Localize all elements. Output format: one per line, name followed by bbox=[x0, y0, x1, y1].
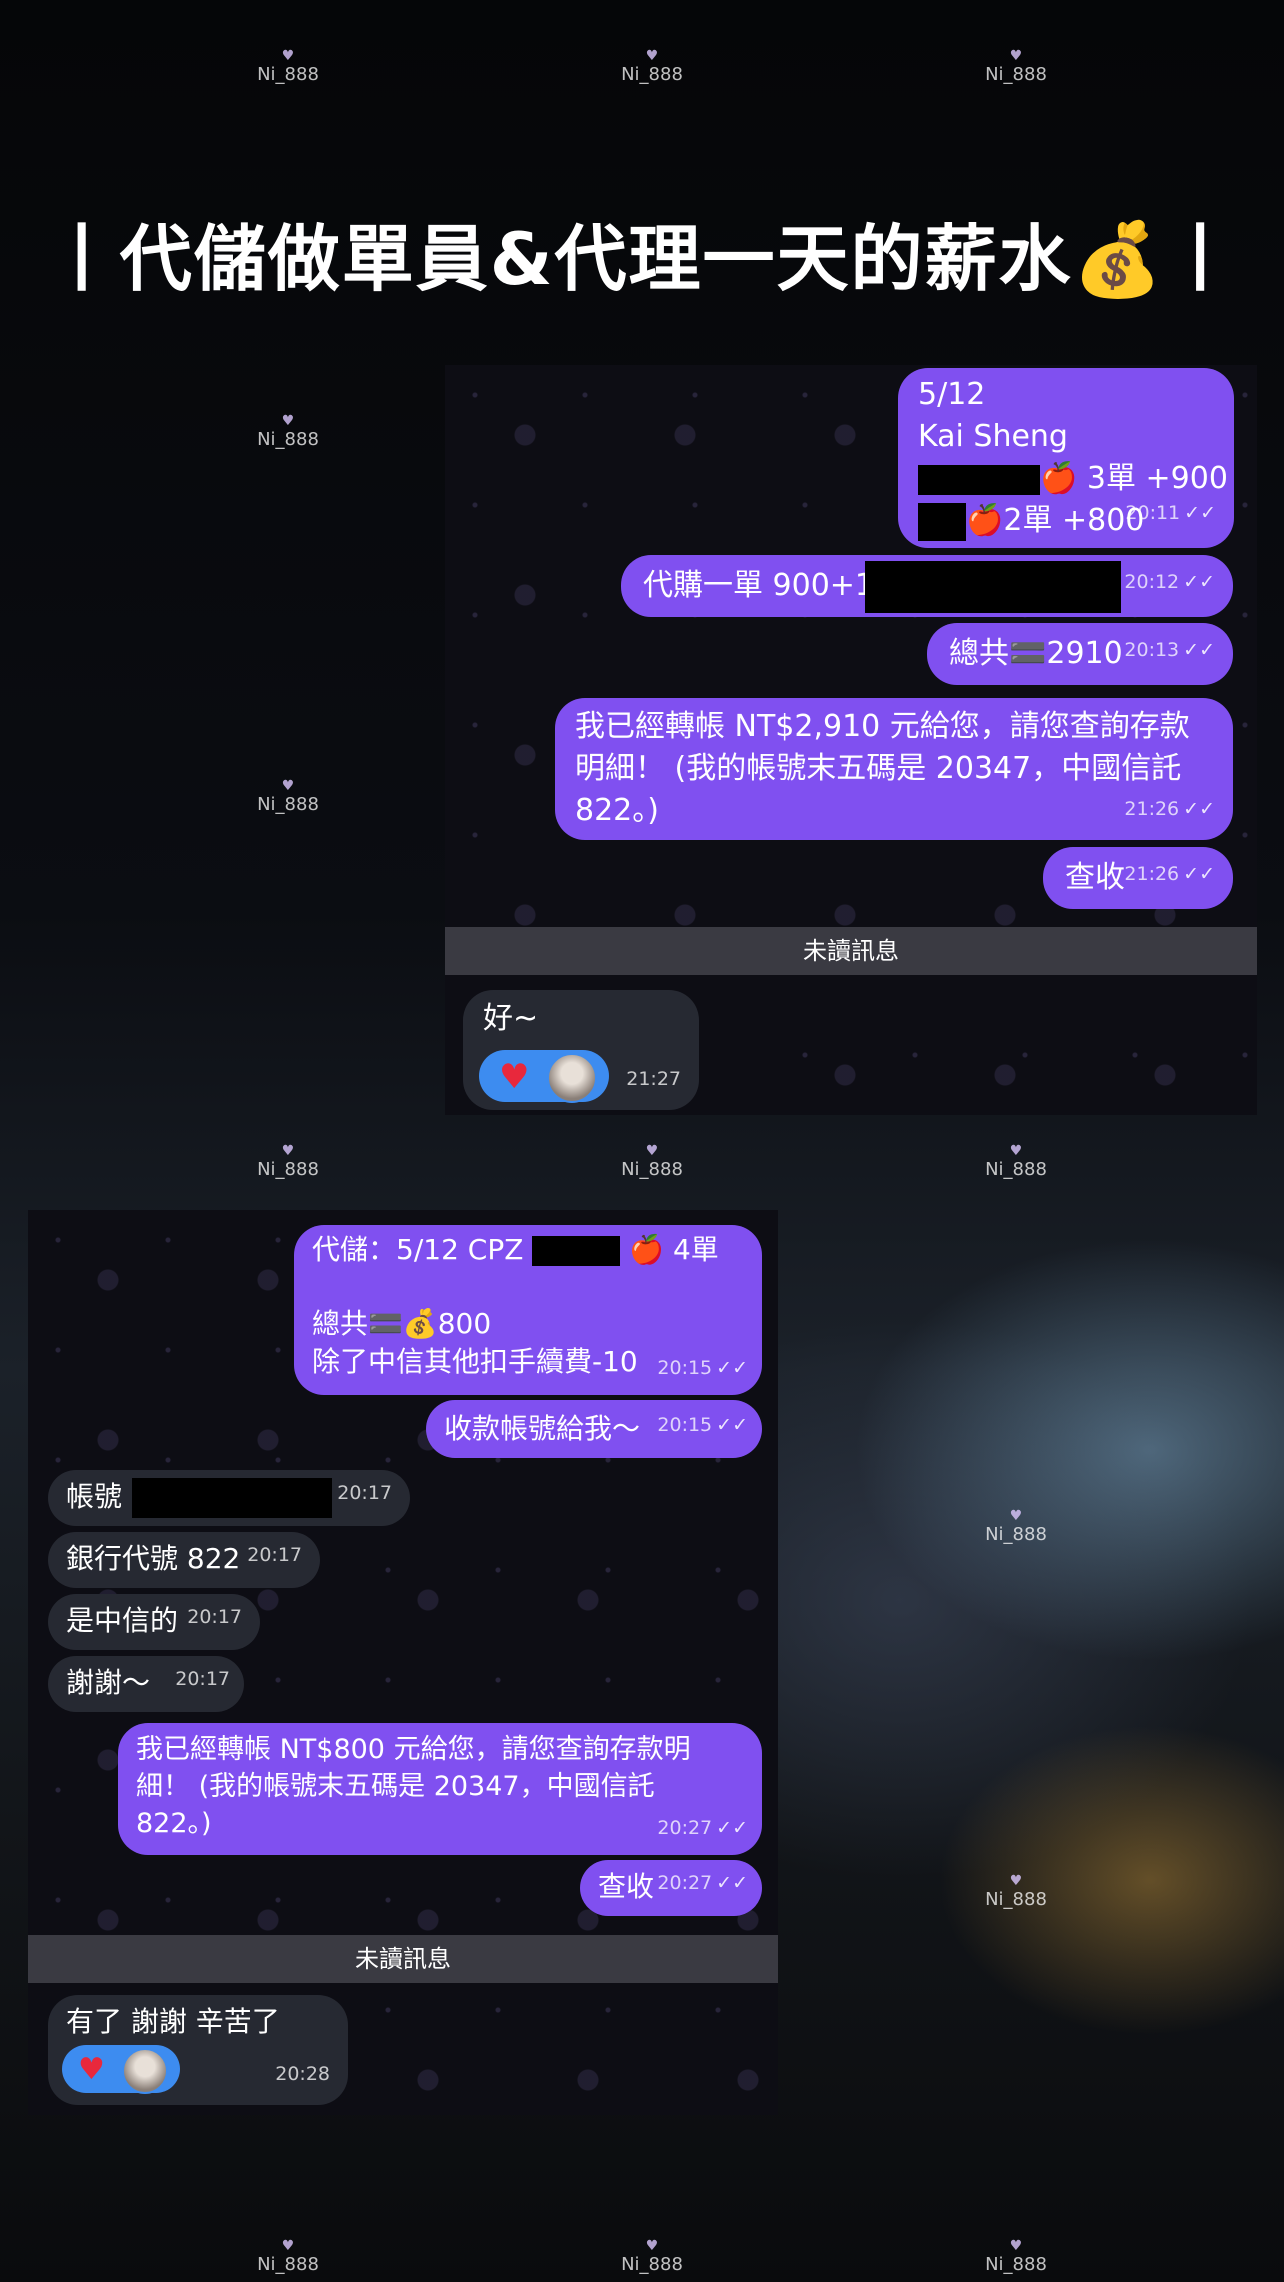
timestamp: 20:27 bbox=[657, 1872, 713, 1894]
message-text: 我已經轉帳 NT$2,910 元給您，請您查詢存款 bbox=[575, 709, 1190, 744]
page-title: 丨代儲做單員&代理一天的薪水💰丨 bbox=[45, 217, 1239, 301]
double-check-icon: ✓✓ bbox=[716, 1817, 748, 1839]
message-bubble[interactable]: 收款帳號給我～ 20:15 ✓✓ bbox=[426, 1400, 762, 1458]
timestamp: 20:17 bbox=[175, 1668, 230, 1690]
watermark: Ni_888 bbox=[612, 48, 692, 85]
double-check-icon: ✓✓ bbox=[716, 1872, 748, 1894]
message-bubble[interactable]: 查收 20:27 ✓✓ bbox=[580, 1860, 762, 1916]
watermark: Ni_888 bbox=[248, 48, 328, 85]
double-check-icon: ✓✓ bbox=[1183, 571, 1215, 593]
message-text: 🍎 3單 +900 bbox=[1040, 461, 1228, 496]
reaction-pill[interactable]: ♥ bbox=[479, 1050, 609, 1103]
chat-screenshot-2: 代儲：5/12 CPZ 🍎 4單 總共🟰💰800 除了中信其他扣手續費-10 2… bbox=[28, 1210, 778, 2115]
message-text: 代儲：5/12 CPZ bbox=[312, 1233, 524, 1266]
watermark: Ni_888 bbox=[248, 1143, 328, 1180]
message-text: 822。) bbox=[136, 1808, 212, 1839]
unread-divider: 未讀訊息 bbox=[28, 1935, 778, 1983]
double-check-icon: ✓✓ bbox=[1183, 639, 1215, 661]
timestamp: 20:11 bbox=[1125, 502, 1181, 524]
message-bubble[interactable]: 總共🟰2910 20:13 ✓✓ bbox=[927, 623, 1233, 685]
message-text: 是中信的 bbox=[66, 1604, 179, 1637]
message-text: 謝謝～ bbox=[66, 1666, 151, 1699]
message-bubble[interactable]: 是中信的 20:17 bbox=[48, 1594, 260, 1650]
message-text: 總共🟰2910 bbox=[949, 636, 1123, 671]
message-text: 銀行代號 822 bbox=[66, 1542, 241, 1575]
message-text: 好~ bbox=[483, 1001, 539, 1036]
timestamp: 20:12 bbox=[1124, 571, 1180, 593]
timestamp: 20:17 bbox=[337, 1482, 392, 1504]
watermark: Ni_888 bbox=[612, 1143, 692, 1180]
double-check-icon: ✓✓ bbox=[1183, 863, 1215, 885]
timestamp: 20:17 bbox=[187, 1606, 242, 1628]
watermark: Ni_888 bbox=[248, 413, 328, 450]
double-check-icon: ✓✓ bbox=[1184, 502, 1216, 524]
message-bubble[interactable]: 我已經轉帳 NT$2,910 元給您，請您查詢存款 明細！ (我的帳號末五碼是 … bbox=[555, 698, 1233, 840]
timestamp: 20:15 bbox=[657, 1414, 713, 1436]
heart-icon: ♥ bbox=[499, 1057, 530, 1097]
watermark: Ni_888 bbox=[976, 2238, 1056, 2275]
redacted-block bbox=[132, 1478, 332, 1518]
watermark: Ni_888 bbox=[976, 1143, 1056, 1180]
redacted-block bbox=[865, 561, 1121, 613]
message-text: 查收 bbox=[1065, 860, 1125, 895]
message-bubble[interactable]: 5/12 Kai Sheng 🍎 3單 +900 🍎2單 +800 20:11 ✓… bbox=[898, 368, 1234, 548]
watermark: Ni_888 bbox=[248, 2238, 328, 2275]
watermark: Ni_888 bbox=[248, 778, 328, 815]
double-check-icon: ✓✓ bbox=[716, 1357, 748, 1379]
message-text: 🍎 4單 bbox=[629, 1233, 719, 1266]
message-bubble[interactable]: 銀行代號 822 20:17 bbox=[48, 1532, 320, 1588]
timestamp: 20:13 bbox=[1124, 639, 1180, 661]
redacted-block bbox=[918, 502, 966, 541]
message-text: 5/12 bbox=[918, 377, 986, 412]
message-bubble[interactable]: 我已經轉帳 NT$800 元給您，請您查詢存款明 細！ (我的帳號末五碼是 20… bbox=[118, 1723, 762, 1855]
timestamp: 20:17 bbox=[247, 1544, 302, 1566]
timestamp: 21:26 bbox=[1124, 798, 1180, 820]
double-check-icon: ✓✓ bbox=[716, 1414, 748, 1436]
message-text: 細！ (我的帳號末五碼是 20347，中國信託 bbox=[136, 1771, 655, 1802]
message-bubble[interactable]: 有了 謝謝 辛苦了 ~~ ♥ 20:28 bbox=[48, 1995, 348, 2105]
message-text: 收款帳號給我～ bbox=[444, 1412, 641, 1445]
redacted-block bbox=[918, 464, 1040, 495]
message-text: 我已經轉帳 NT$800 元給您，請您查詢存款明 bbox=[136, 1734, 691, 1765]
message-text: Kai Sheng bbox=[918, 419, 1068, 454]
message-text: 822。) bbox=[575, 793, 659, 828]
reaction-pill[interactable]: ♥ bbox=[62, 2045, 180, 2094]
message-text: 🍎2單 +800 bbox=[966, 503, 1145, 538]
message-bubble[interactable]: 好~ ♥ 21:27 bbox=[463, 990, 699, 1110]
watermark: Ni_888 bbox=[612, 2238, 692, 2275]
double-check-icon: ✓✓ bbox=[1183, 798, 1215, 820]
message-bubble[interactable]: 謝謝～ 20:17 bbox=[48, 1656, 244, 1712]
chat-screenshot-1: 5/12 Kai Sheng 🍎 3單 +900 🍎2單 +800 20:11 ✓… bbox=[445, 365, 1257, 1115]
message-text: 查收 bbox=[598, 1870, 655, 1903]
message-text: 代購一單 900+1 bbox=[643, 568, 875, 603]
watermark: Ni_888 bbox=[976, 48, 1056, 85]
message-text: 總共🟰💰800 bbox=[312, 1307, 492, 1340]
message-text: 帳號 bbox=[66, 1480, 123, 1513]
watermark: Ni_888 bbox=[976, 1508, 1056, 1545]
timestamp: 20:15 bbox=[657, 1357, 713, 1379]
unread-divider: 未讀訊息 bbox=[445, 927, 1257, 975]
redacted-block bbox=[532, 1236, 621, 1266]
watermark: Ni_888 bbox=[976, 1873, 1056, 1910]
timestamp: 20:27 bbox=[657, 1817, 713, 1839]
message-text: 明細！ (我的帳號末五碼是 20347，中國信託 bbox=[575, 751, 1182, 786]
timestamp: 21:27 bbox=[626, 1068, 681, 1090]
message-bubble[interactable]: 代購一單 900+1 20:12 ✓✓ bbox=[621, 555, 1233, 617]
message-bubble[interactable]: 查收 21:26 ✓✓ bbox=[1043, 847, 1233, 909]
heart-icon: ♥ bbox=[78, 2052, 105, 2087]
avatar bbox=[547, 1053, 597, 1103]
message-bubble[interactable]: 代儲：5/12 CPZ 🍎 4單 總共🟰💰800 除了中信其他扣手續費-10 2… bbox=[294, 1225, 762, 1395]
avatar bbox=[122, 2048, 168, 2094]
timestamp: 21:26 bbox=[1124, 863, 1180, 885]
timestamp: 20:28 bbox=[275, 2063, 330, 2085]
message-bubble[interactable]: 帳號 20:17 bbox=[48, 1470, 410, 1526]
